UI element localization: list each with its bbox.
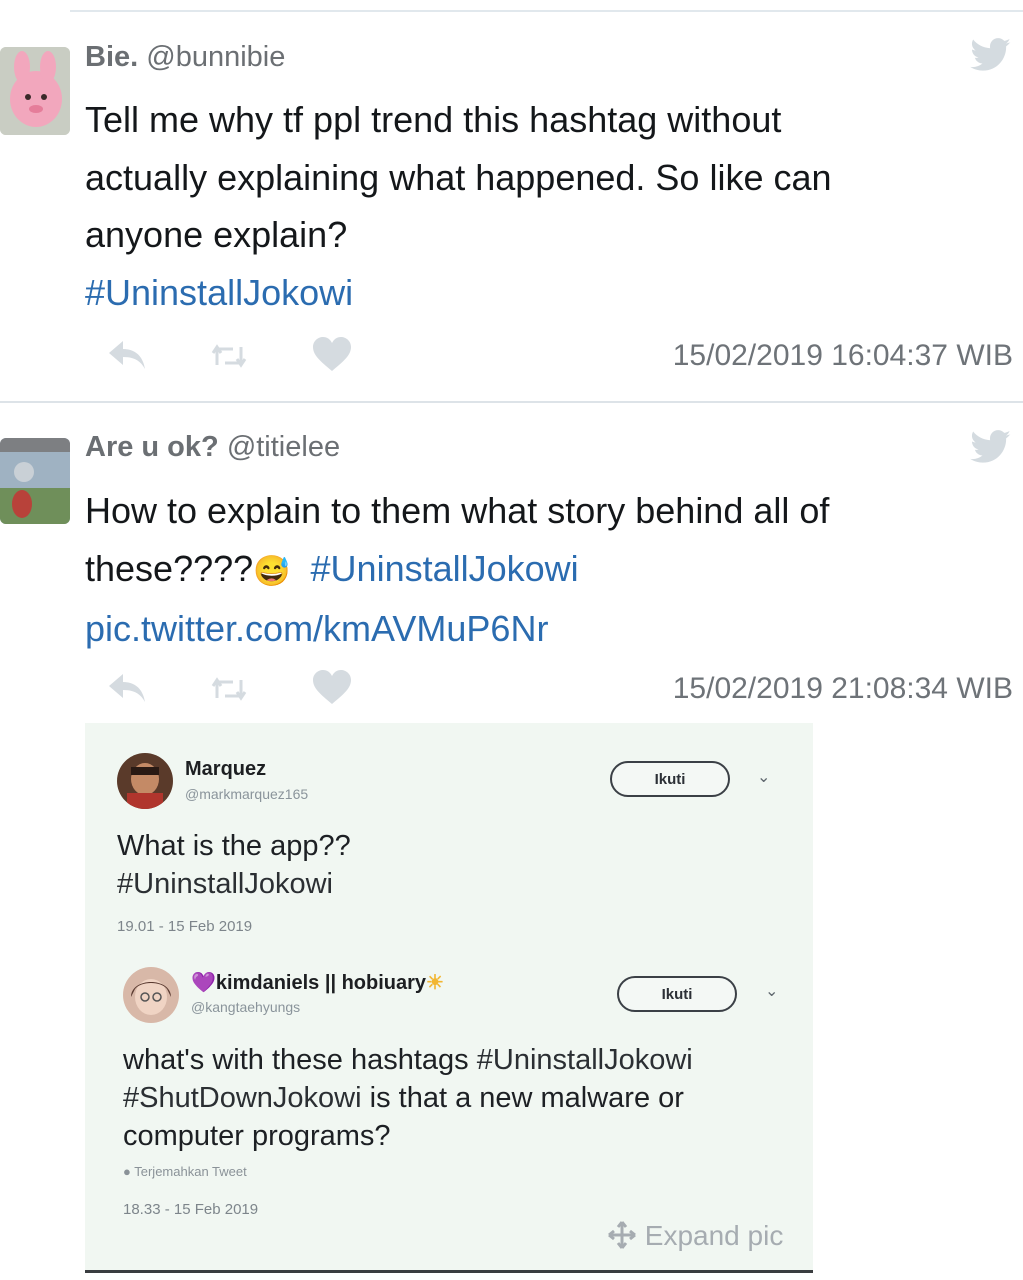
tweet-text-line: actually explaining what happened. So li… — [85, 156, 832, 198]
embedded-display-name: 💜kimdaniels || hobiuary☀ — [191, 970, 444, 995]
embedded-text-line: what's with these hashtags #UninstallJok… — [123, 1041, 803, 1079]
tweet-author[interactable]: Bie. @bunnibie — [85, 41, 285, 74]
tweet-actions — [105, 668, 365, 708]
tweet-text: Tell me why tf ppl trend this hashtag wi… — [85, 91, 832, 321]
embedded-handle: @markmarquez165 — [185, 786, 309, 802]
twitter-bird-icon — [970, 430, 1011, 463]
display-name[interactable]: Bie. — [85, 41, 138, 73]
tweet-divider — [0, 401, 1023, 403]
pic-link[interactable]: pic.twitter.com/kmAVMuP6Nr — [85, 600, 829, 658]
embedded-timestamp: 19.01 - 15 Feb 2019 — [117, 918, 253, 935]
avatar-bunnibie[interactable] — [0, 47, 70, 135]
embedded-text-fragment: what's with these hashtags — [123, 1044, 477, 1076]
embedded-tweet-text: What is the app?? #UninstallJokowi — [117, 827, 351, 903]
top-divider — [70, 10, 1023, 12]
tweet-text-fragment: these???? — [85, 547, 254, 589]
purple-heart-emoji: 💜 — [191, 972, 216, 994]
reply-icon[interactable] — [105, 668, 149, 708]
embedded-text-line: #ShutDownJokowi is that a new malware or — [123, 1079, 803, 1117]
heart-icon[interactable] — [310, 668, 354, 708]
tweet-text-line: How to explain to them what story behind… — [85, 490, 830, 531]
heart-icon[interactable] — [310, 335, 354, 375]
embedded-display-name: Marquez — [185, 758, 267, 780]
handle[interactable]: @titielee — [227, 431, 340, 463]
embedded-text-line: What is the app?? — [117, 830, 351, 862]
hashtag-link[interactable]: #UninstallJokowi — [85, 264, 832, 322]
embed-bottom-border — [85, 1270, 813, 1273]
embedded-screenshot[interactable]: Marquez @markmarquez165 Ikuti ⌄ What is … — [85, 723, 813, 1271]
embedded-tweet-text: what's with these hashtags #UninstallJok… — [123, 1041, 803, 1155]
avatar-marquez — [117, 753, 173, 809]
tweet-timestamp[interactable]: 15/02/2019 21:08:34 WIB — [673, 672, 1013, 706]
twitter-bird-icon — [970, 38, 1011, 71]
avatar-titielee[interactable] — [0, 438, 70, 524]
sun-emoji: ☀ — [426, 972, 444, 994]
display-name[interactable]: Are u ok? — [85, 431, 219, 463]
embedded-handle: @kangtaehyungs — [191, 999, 301, 1015]
expand-pic-label: Expand pic — [644, 1220, 784, 1251]
chevron-down-icon: ⌄ — [765, 983, 779, 1000]
embedded-name-text: kimdaniels || hobiuary — [215, 972, 427, 994]
handle[interactable]: @bunnibie — [146, 41, 285, 73]
follow-button: Ikuti — [610, 761, 730, 797]
translate-label: Terjemahkan Tweet — [134, 1164, 247, 1179]
retweet-icon[interactable] — [209, 341, 249, 371]
tweet-actions — [105, 335, 365, 375]
expand-icon — [608, 1221, 636, 1249]
translate-link: ● Terjemahkan Tweet — [123, 1164, 247, 1179]
embedded-text-fragment: is that a new malware or — [361, 1082, 684, 1114]
embedded-hashtag: #ShutDownJokowi — [123, 1082, 362, 1114]
tweet-timestamp[interactable]: 15/02/2019 16:04:37 WIB — [673, 339, 1013, 373]
retweet-icon[interactable] — [209, 674, 249, 704]
hashtag-link[interactable]: #UninstallJokowi — [311, 548, 579, 589]
tweet-text-line: these????😅 #UninstallJokowi — [85, 540, 829, 601]
tweet-text-line: anyone explain? — [85, 214, 348, 255]
tweet-text-line: Tell me why tf ppl trend this hashtag wi… — [85, 99, 782, 140]
chevron-down-icon: ⌄ — [757, 769, 771, 786]
globe-icon: ● — [123, 1164, 131, 1179]
embedded-text-line: computer programs? — [123, 1120, 391, 1152]
avatar-kimdaniels — [123, 967, 179, 1023]
reply-icon[interactable] — [105, 335, 149, 375]
follow-button: Ikuti — [617, 976, 737, 1012]
embedded-timestamp: 18.33 - 15 Feb 2019 — [123, 1201, 259, 1218]
expand-pic-button[interactable]: Expand pic — [607, 1220, 783, 1252]
sweat-smile-emoji: 😅 — [253, 554, 291, 588]
tweet-author[interactable]: Are u ok? @titielee — [85, 431, 340, 464]
embedded-hashtag: #UninstallJokowi — [117, 868, 333, 900]
tweet-text: How to explain to them what story behind… — [85, 482, 829, 658]
embedded-hashtag: #UninstallJokowi — [476, 1044, 693, 1076]
